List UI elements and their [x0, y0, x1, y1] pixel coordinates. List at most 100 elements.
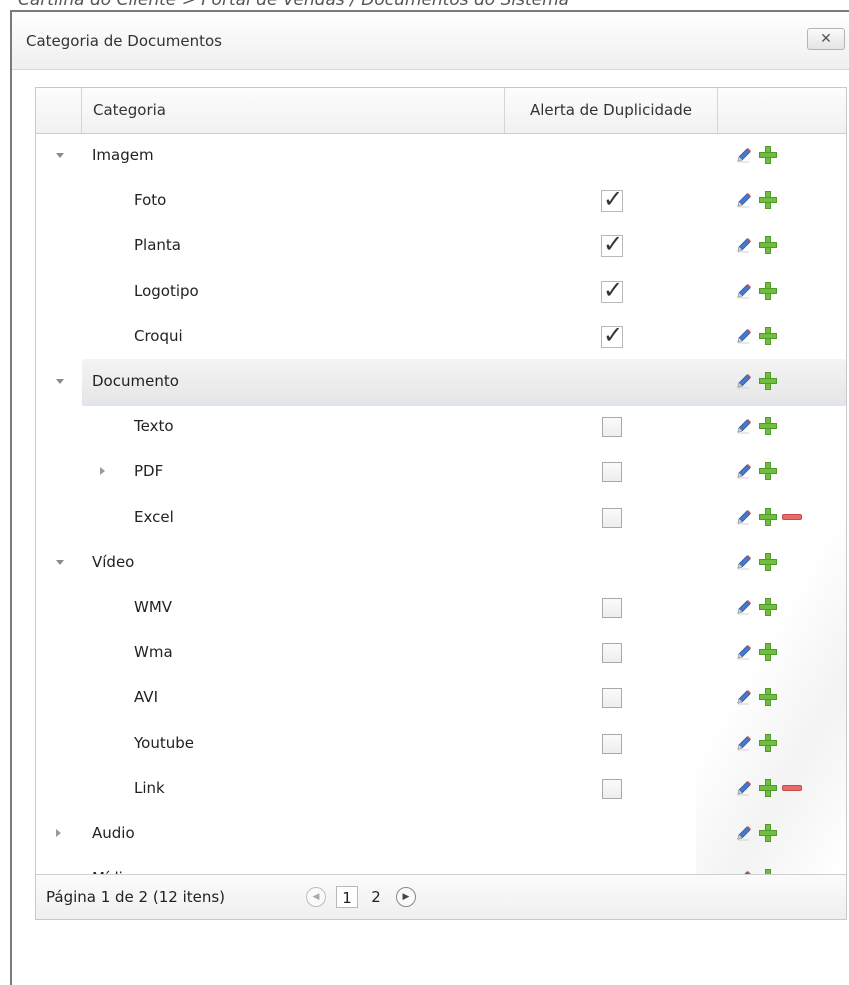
edit-button[interactable] [732, 359, 754, 404]
tree-row[interactable]: Wma [36, 630, 846, 675]
duplicate-alert-checkbox[interactable] [602, 598, 622, 618]
plus-icon [759, 281, 777, 300]
edit-button[interactable] [732, 133, 754, 178]
collapse-arrow-icon[interactable] [56, 379, 64, 384]
duplicate-alert-checkbox[interactable] [602, 462, 622, 483]
tree-row[interactable]: Audio [36, 811, 846, 856]
tree-row[interactable]: Texto [36, 404, 846, 449]
tree-row[interactable]: Imagem [36, 133, 846, 178]
add-child-button[interactable] [757, 133, 779, 178]
tree-row[interactable]: Foto ✓ [36, 178, 846, 223]
duplicate-alert-checkbox[interactable] [602, 733, 622, 754]
pencil-icon [735, 191, 753, 209]
expand-arrow-icon[interactable] [100, 467, 105, 476]
dialog-titlebar: Categoria de Documentos ✕ [12, 12, 849, 70]
add-child-button[interactable] [757, 178, 779, 223]
page-button-1[interactable]: 1 [336, 886, 358, 908]
add-child-button[interactable] [757, 585, 779, 630]
plus-icon [759, 733, 777, 752]
add-child-button[interactable] [757, 540, 779, 585]
edit-button[interactable] [732, 630, 754, 675]
add-child-button[interactable] [757, 766, 779, 811]
plus-icon [759, 778, 777, 797]
edit-button[interactable] [732, 223, 754, 268]
breadcrumb: Cartilha do Cliente > Portal de Vendas /… [18, 0, 569, 8]
expand-arrow-icon[interactable] [56, 829, 61, 837]
duplicate-alert-checkbox[interactable]: ✓ [601, 276, 623, 304]
plus-icon [759, 236, 777, 255]
pencil-icon [735, 282, 753, 300]
duplicate-alert-checkbox[interactable] [602, 417, 622, 438]
add-child-button[interactable] [757, 630, 779, 675]
dialog-title: Categoria de Documentos [26, 32, 222, 50]
edit-button[interactable] [732, 585, 754, 630]
tree-row[interactable]: Link [36, 766, 846, 811]
prev-page-button[interactable]: ◀ [306, 887, 326, 907]
tree-row[interactable]: Logotipo ✓ [36, 269, 846, 314]
duplicate-alert-checkbox[interactable] [602, 643, 622, 664]
next-page-button[interactable]: ▶ [396, 887, 416, 907]
circle-arrow-right-icon: ▶ [402, 892, 410, 902]
edit-button[interactable] [732, 675, 754, 720]
add-child-button[interactable] [757, 811, 779, 856]
pager: Página 1 de 2 (12 itens) ◀ 1 2 ▶ [36, 874, 846, 919]
add-child-button[interactable] [757, 314, 779, 359]
category-label: Logotipo [134, 281, 199, 300]
page-button-2[interactable]: 2 [366, 886, 386, 908]
duplicate-alert-checkbox[interactable] [602, 507, 622, 528]
tree-row[interactable]: Youtube [36, 721, 846, 766]
column-header-duplicate-alert[interactable]: Alerta de Duplicidade [505, 88, 718, 133]
duplicate-alert-checkbox[interactable] [602, 778, 622, 799]
pencil-icon [735, 734, 753, 752]
pencil-icon [735, 598, 753, 616]
tree-row[interactable]: Documento [36, 359, 846, 406]
add-child-button[interactable] [757, 269, 779, 314]
pencil-icon [735, 327, 753, 345]
plus-icon [759, 598, 777, 616]
duplicate-alert-checkbox[interactable]: ✓ [601, 230, 623, 258]
edit-button[interactable] [732, 449, 754, 494]
duplicate-alert-checkbox[interactable]: ✓ [601, 321, 623, 349]
tree-row[interactable]: PDF [36, 449, 846, 494]
edit-button[interactable] [732, 766, 754, 811]
edit-button[interactable] [732, 178, 754, 223]
add-child-button[interactable] [757, 721, 779, 766]
edit-button[interactable] [732, 721, 754, 766]
duplicate-alert-checkbox[interactable] [602, 688, 622, 709]
close-button[interactable]: ✕ [807, 28, 845, 50]
category-label: Wma [134, 643, 173, 662]
category-label: Texto [134, 417, 174, 436]
tree-row[interactable]: Vídeo [36, 540, 846, 585]
add-child-button[interactable] [757, 495, 779, 540]
collapse-arrow-icon[interactable] [56, 559, 64, 565]
category-label: Planta [134, 236, 181, 255]
remove-button[interactable] [781, 766, 803, 811]
pencil-icon [735, 372, 753, 390]
collapse-arrow-icon[interactable] [56, 153, 64, 158]
add-child-button[interactable] [757, 675, 779, 720]
add-child-button[interactable] [757, 404, 779, 449]
tree-row[interactable]: Excel [36, 495, 846, 540]
tree-row[interactable]: Planta ✓ [36, 223, 846, 268]
plus-icon [759, 824, 777, 842]
add-child-button[interactable] [757, 223, 779, 268]
category-label: Imagem [92, 146, 154, 164]
edit-button[interactable] [732, 811, 754, 856]
column-header-category[interactable]: Categoria [82, 88, 505, 133]
edit-button[interactable] [732, 495, 754, 540]
edit-button[interactable] [732, 269, 754, 314]
circle-arrow-left-icon: ◀ [312, 892, 320, 902]
remove-button[interactable] [781, 495, 803, 540]
edit-button[interactable] [732, 540, 754, 585]
tree-row[interactable]: Croqui ✓ [36, 314, 846, 359]
duplicate-alert-checkbox[interactable]: ✓ [601, 185, 623, 213]
tree-row[interactable]: AVI [36, 675, 846, 720]
edit-button[interactable] [732, 314, 754, 359]
minus-icon [782, 513, 802, 520]
edit-button[interactable] [732, 404, 754, 449]
add-child-button[interactable] [757, 449, 779, 494]
tree-row[interactable]: WMV [36, 585, 846, 630]
category-label: WMV [134, 598, 173, 616]
add-child-button[interactable] [757, 359, 779, 404]
column-header-actions [718, 88, 846, 133]
